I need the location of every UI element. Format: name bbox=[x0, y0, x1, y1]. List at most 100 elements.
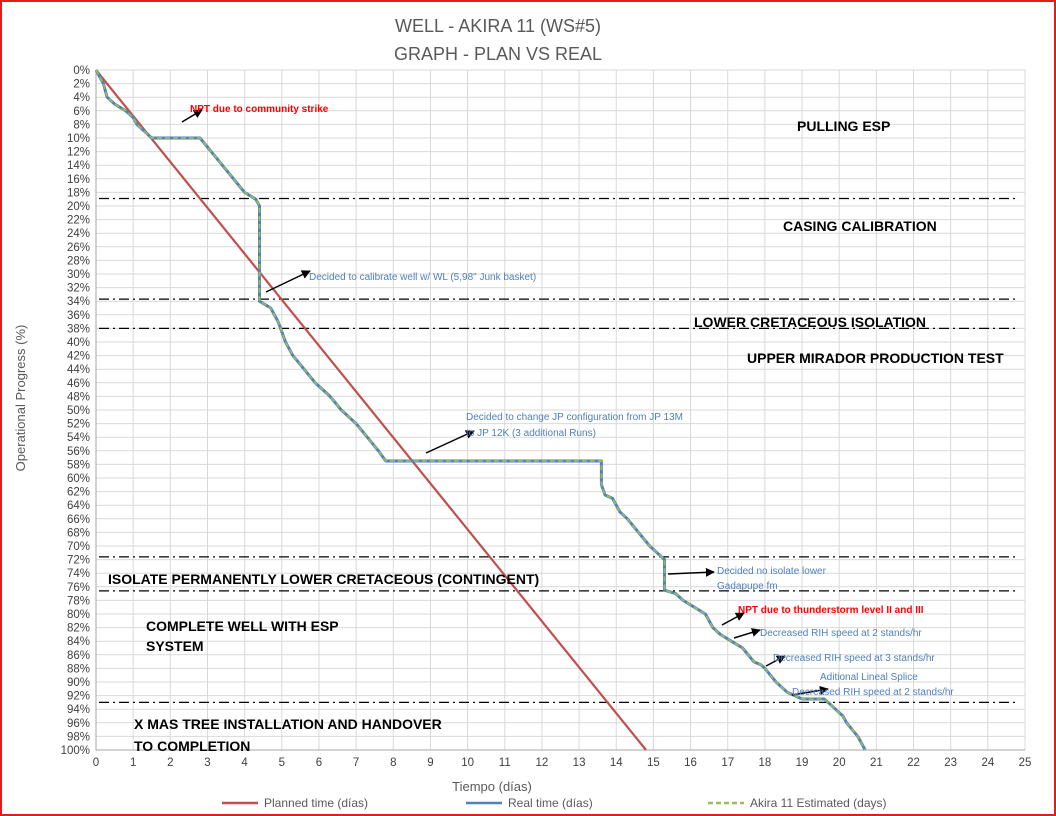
y-tick-label: 84% bbox=[67, 636, 90, 648]
x-tick-label: 4 bbox=[241, 757, 248, 769]
y-tick-label: 24% bbox=[67, 228, 90, 240]
legend-label-planned: Planned time (días) bbox=[264, 796, 368, 810]
y-tick-label: 86% bbox=[67, 650, 90, 662]
x-tick-label: 20 bbox=[833, 757, 846, 769]
phase-label-complete-well: COMPLETE WELL WITH ESP bbox=[146, 618, 339, 634]
x-tick-label: 0 bbox=[93, 757, 99, 769]
phase-label-upper-mirador-test: UPPER MIRADOR PRODUCTION TEST bbox=[747, 350, 1004, 366]
x-tick-label: 15 bbox=[647, 757, 660, 769]
y-tick-label: 92% bbox=[67, 691, 90, 703]
annotation-lineal-splice: Aditional Lineal Splice bbox=[820, 672, 918, 683]
annotation-rih-3-stands: Decreased RIH speed at 3 stands/hr bbox=[773, 653, 935, 664]
x-tick-label: 14 bbox=[610, 757, 623, 769]
y-tick-label: 58% bbox=[67, 459, 90, 471]
x-tick-label: 18 bbox=[758, 757, 771, 769]
y-tick-label: 74% bbox=[67, 568, 90, 580]
progress-chart: WELL - AKIRA 11 (WS#5) GRAPH - PLAN VS R… bbox=[13, 16, 1032, 810]
y-tick-label: 18% bbox=[67, 187, 90, 199]
x-tick-label: 9 bbox=[427, 757, 433, 769]
grid bbox=[95, 69, 1026, 751]
annotation-npt-community: NPT due to community strike bbox=[190, 104, 329, 115]
y-tick-label: 66% bbox=[67, 514, 90, 526]
y-tick-label: 6% bbox=[73, 106, 90, 118]
y-tick-label: 28% bbox=[67, 255, 90, 267]
phase-label-pulling-esp: PULLING ESP bbox=[797, 118, 890, 134]
x-tick-label: 23 bbox=[944, 757, 957, 769]
y-tick-label: 42% bbox=[67, 351, 90, 363]
legend: Planned time (días) Real time (días) Aki… bbox=[222, 796, 887, 810]
y-tick-label: 60% bbox=[67, 473, 90, 485]
annotation-no-isolate: Decided no isolate lower bbox=[717, 566, 827, 577]
x-tick-label: 2 bbox=[167, 757, 173, 769]
y-tick-label: 82% bbox=[67, 623, 90, 635]
y-tick-label: 96% bbox=[67, 718, 90, 730]
x-tick-label: 12 bbox=[536, 757, 549, 769]
y-tick-label: 76% bbox=[67, 582, 90, 594]
x-tick-label: 11 bbox=[499, 757, 511, 769]
legend-label-real: Real time (días) bbox=[508, 796, 593, 810]
chart-subtitle: GRAPH - PLAN VS REAL bbox=[394, 44, 602, 64]
y-tick-label: 88% bbox=[67, 663, 90, 675]
x-tick-label: 25 bbox=[1019, 757, 1032, 769]
x-tick-label: 22 bbox=[907, 757, 920, 769]
annotation-rih-2-stands-b: Decreased RIH speed at 2 stands/hr bbox=[792, 687, 954, 698]
y-tick-label: 0% bbox=[73, 65, 90, 77]
x-tick-label: 13 bbox=[573, 757, 586, 769]
x-tick-label: 8 bbox=[390, 757, 396, 769]
y-tick-label: 50% bbox=[67, 405, 90, 417]
y-tick-label: 72% bbox=[67, 555, 90, 567]
y-tick-label: 44% bbox=[67, 364, 90, 376]
y-tick-label: 48% bbox=[67, 391, 90, 403]
phase-label-xmas-tree: X MAS TREE INSTALLATION AND HANDOVER bbox=[134, 716, 442, 732]
x-tick-label: 1 bbox=[130, 757, 136, 769]
y-tick-label: 70% bbox=[67, 541, 90, 553]
phase-label-casing-calibration: CASING CALIBRATION bbox=[783, 218, 937, 234]
y-tick-label: 30% bbox=[67, 269, 90, 281]
y-tick-label: 10% bbox=[67, 133, 90, 145]
x-tick-label: 24 bbox=[981, 757, 994, 769]
y-tick-label: 78% bbox=[67, 595, 90, 607]
y-tick-label: 20% bbox=[67, 201, 90, 213]
y-tick-label: 8% bbox=[73, 119, 90, 131]
y-tick-label: 56% bbox=[67, 446, 90, 458]
y-tick-label: 62% bbox=[67, 487, 90, 499]
annotation-rih-2-stands: Decreased RIH speed at 2 stands/hr bbox=[760, 628, 922, 639]
x-tick-label: 5 bbox=[279, 757, 285, 769]
y-tick-label: 12% bbox=[67, 147, 90, 159]
y-tick-label: 98% bbox=[67, 731, 90, 743]
phase-label-complete-well-line2: SYSTEM bbox=[146, 638, 204, 654]
x-tick-label: 17 bbox=[721, 757, 734, 769]
chart-title: WELL - AKIRA 11 (WS#5) bbox=[395, 16, 601, 36]
x-tick-label: 16 bbox=[684, 757, 697, 769]
y-tick-label: 34% bbox=[67, 296, 90, 308]
y-tick-label: 90% bbox=[67, 677, 90, 689]
y-tick-label: 64% bbox=[67, 500, 90, 512]
x-tick-label: 6 bbox=[316, 757, 322, 769]
y-axis-label: Operational Progress (%) bbox=[13, 325, 28, 472]
y-tick-label: 2% bbox=[73, 79, 90, 91]
y-tick-label: 80% bbox=[67, 609, 90, 621]
y-tick-label: 94% bbox=[67, 704, 90, 716]
y-tick-label: 32% bbox=[67, 283, 90, 295]
x-tick-label: 19 bbox=[796, 757, 809, 769]
y-tick-label: 46% bbox=[67, 378, 90, 390]
y-tick-label: 54% bbox=[67, 432, 90, 444]
annotation-npt-thunderstorm: NPT due to thunderstorm level II and III bbox=[738, 605, 924, 616]
y-tick-label: 40% bbox=[67, 337, 90, 349]
annotation-change-jp: Decided to change JP configuration from … bbox=[466, 412, 683, 423]
y-tick-label: 100% bbox=[61, 745, 90, 757]
phase-label-lower-cretaceous-isolation: LOWER CRETACEOUS ISOLATION bbox=[694, 314, 926, 330]
y-tick-label: 36% bbox=[67, 310, 90, 322]
annotation-calibrate-well: Decided to calibrate well w/ WL (5,98" J… bbox=[309, 272, 536, 283]
y-tick-label: 22% bbox=[67, 215, 90, 227]
y-tick-label: 14% bbox=[67, 160, 90, 172]
x-tick-label: 3 bbox=[204, 757, 210, 769]
annotation-no-isolate-line2: Gadapupe fm bbox=[717, 581, 778, 592]
annotation-change-jp-line2: to JP 12K (3 additional Runs) bbox=[466, 428, 596, 439]
x-axis-label: Tiempo (días) bbox=[452, 779, 532, 794]
x-tick-label: 7 bbox=[353, 757, 359, 769]
phase-label-isolate-permanently: ISOLATE PERMANENTLY LOWER CRETACEOUS (CO… bbox=[108, 571, 539, 587]
y-tick-label: 68% bbox=[67, 527, 90, 539]
y-tick-label: 26% bbox=[67, 242, 90, 254]
x-tick-label: 10 bbox=[461, 757, 474, 769]
